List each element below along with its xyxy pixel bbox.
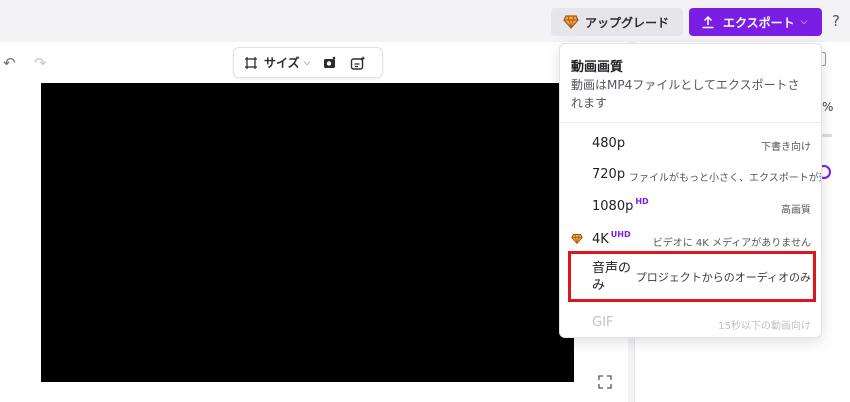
option-desc: ファイルがもっと小さく、エクスポートが速い — [629, 173, 822, 184]
option-name: GIF — [592, 315, 614, 330]
diamond-icon — [563, 15, 579, 29]
export-label: エクスポート — [723, 15, 795, 30]
slider-track[interactable] — [822, 134, 832, 137]
upgrade-label: アップグレード — [585, 15, 670, 30]
menu-divider — [560, 122, 821, 123]
menu-title: 動画画質 — [571, 60, 624, 75]
option-name: 720p — [592, 167, 626, 182]
option-desc: 下書き向け — [761, 142, 811, 153]
diamond-icon — [571, 234, 583, 245]
ai-edit-icon[interactable] — [350, 55, 366, 71]
canvas-toolbar: サイズ ⌵ — [233, 47, 383, 78]
option-name: 4K UHD — [592, 230, 631, 247]
size-dropdown[interactable]: サイズ — [264, 54, 300, 71]
top-bar: アップグレード エクスポート ⌵ ? — [0, 0, 850, 42]
option-desc: 15秒以下の動画向け — [718, 321, 811, 332]
hd-badge: HD — [635, 197, 649, 206]
percent-label: % — [822, 100, 834, 114]
option-gif[interactable]: GIF 15秒以下の動画向け — [560, 307, 821, 337]
upgrade-button[interactable]: アップグレード — [551, 8, 683, 36]
uhd-badge: UHD — [610, 230, 631, 239]
help-button[interactable]: ? — [832, 12, 840, 30]
option-desc: 高画質 — [781, 205, 811, 216]
resize-icon — [245, 56, 257, 69]
highlight-box — [568, 251, 816, 302]
fullscreen-icon[interactable] — [598, 375, 612, 389]
video-preview[interactable] — [41, 83, 574, 382]
option-name: 1080p HD — [592, 197, 649, 214]
menu-description: 動画はMP4ファイルとしてエクスポートされます — [571, 78, 800, 110]
background-remove-icon[interactable] — [322, 55, 338, 71]
option-720p[interactable]: 720p ファイルがもっと小さく、エクスポートが速い — [560, 159, 821, 189]
undo-icon[interactable]: ↶ — [3, 54, 16, 72]
option-desc: ビデオに 4K メディアがありません — [652, 238, 811, 249]
redo-icon[interactable]: ↷ — [34, 54, 47, 72]
upload-icon — [702, 15, 714, 29]
option-name: 480p — [592, 136, 626, 151]
export-button[interactable]: エクスポート ⌵ — [689, 8, 822, 36]
option-480p[interactable]: 480p 下書き向け — [560, 128, 821, 158]
option-1080p[interactable]: 1080p HD 高画質 — [560, 191, 821, 221]
chevron-down-icon: ⌵ — [303, 57, 311, 68]
chevron-down-icon: ⌵ — [800, 17, 808, 27]
option-4k[interactable]: 4K UHD ビデオに 4K メディアがありません — [560, 224, 821, 254]
